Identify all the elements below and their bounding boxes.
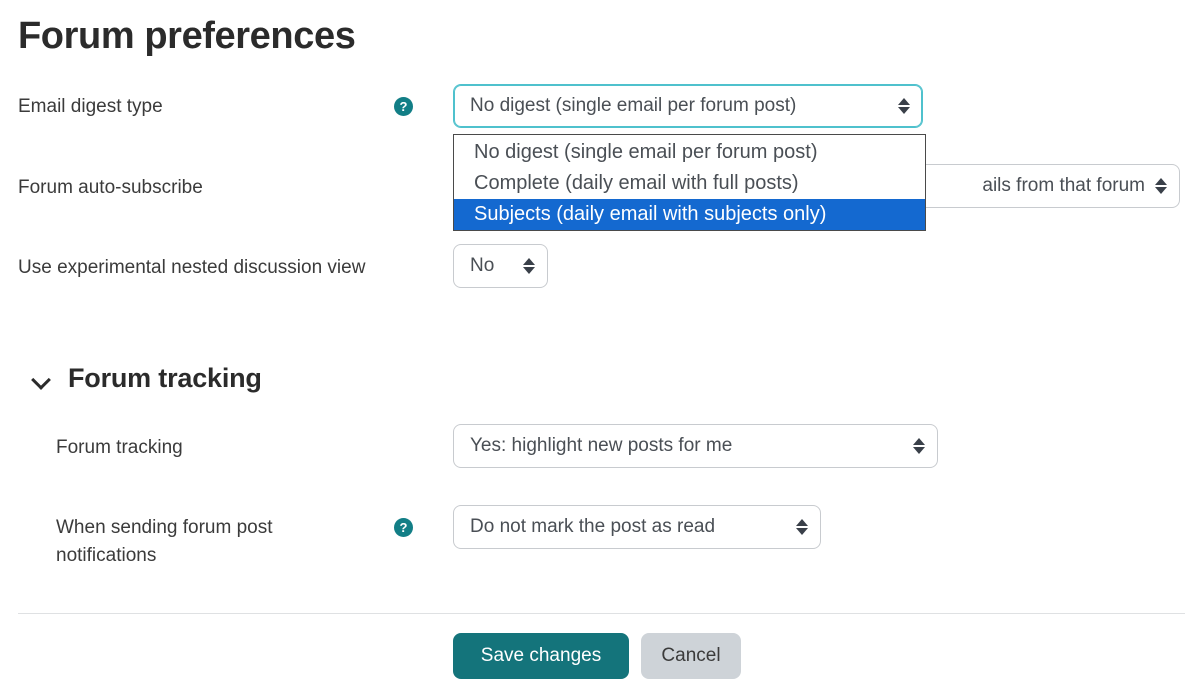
save-changes-button[interactable]: Save changes [453,633,629,679]
email-digest-dropdown-list[interactable]: No digest (single email per forum post) … [453,134,926,231]
forum-preferences-page: Forum preferences Email digest type ? No… [0,0,1201,699]
auto-subscribe-select-value: ails from that forum [982,175,1145,196]
chevron-down-icon [32,369,52,389]
help-question-icon[interactable]: ? [394,97,413,116]
nested-view-select-value: No [470,255,495,276]
email-digest-select-value: No digest (single email per forum post) [470,95,797,116]
select-arrows-icon [913,436,925,456]
forum-tracking-select[interactable]: Yes: highlight new posts for me [453,424,938,468]
forum-tracking-select-value: Yes: highlight new posts for me [470,435,733,456]
auto-subscribe-label: Forum auto-subscribe [18,177,203,198]
notifications-select[interactable]: Do not mark the post as read [453,505,821,549]
cancel-button[interactable]: Cancel [641,633,741,679]
select-arrows-icon [1155,176,1167,196]
nested-view-label: Use experimental nested discussion view [18,257,366,278]
section-header-forum-tracking[interactable]: Forum tracking [32,363,262,394]
select-arrows-icon [898,96,910,116]
nested-view-select[interactable]: No [453,244,548,288]
forum-tracking-label: Forum tracking [56,437,183,458]
email-digest-label: Email digest type [18,96,163,117]
email-digest-select[interactable]: No digest (single email per forum post) [453,84,923,128]
select-arrows-icon [523,256,535,276]
dropdown-option-no-digest[interactable]: No digest (single email per forum post) [454,137,925,168]
dropdown-option-subjects[interactable]: Subjects (daily email with subjects only… [454,199,925,230]
select-arrows-icon [796,517,808,537]
help-question-icon[interactable]: ? [394,518,413,537]
page-title: Forum preferences [18,15,356,57]
footer-divider [18,613,1185,614]
notifications-select-value: Do not mark the post as read [470,516,716,537]
dropdown-option-complete[interactable]: Complete (daily email with full posts) [454,168,925,199]
section-title-forum-tracking: Forum tracking [68,363,262,393]
notifications-label: When sending forum post notifications [56,517,273,566]
